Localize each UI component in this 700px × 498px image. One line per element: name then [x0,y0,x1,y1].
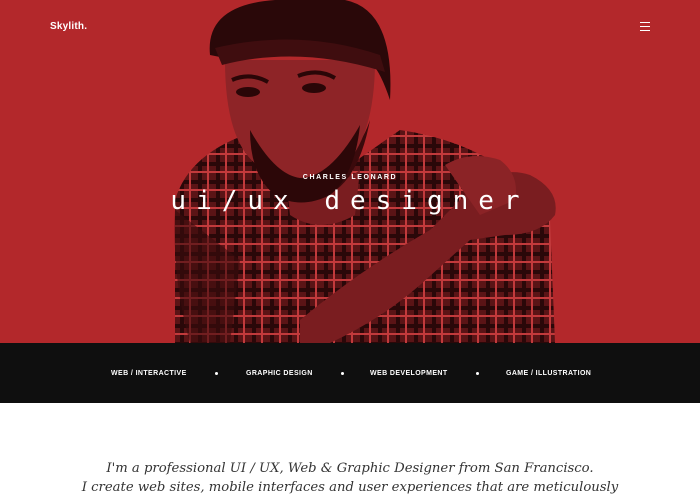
separator-dot [341,372,344,375]
separator-dot [215,372,218,375]
hero-portrait-image [174,0,556,343]
service-item-game-illustration: GAME / ILLUSTRATION [506,370,592,377]
intro-line-1: I'm a professional UI / UX, Web & Graphi… [106,461,594,476]
menu-line [640,26,650,28]
service-item-web-development: WEB DEVELOPMENT [370,370,448,377]
services-band: WEB / INTERACTIVE GRAPHIC DESIGN WEB DEV… [0,343,700,403]
hamburger-menu-icon[interactable] [640,21,650,32]
service-item-graphic-design: GRAPHIC DESIGN [246,370,313,377]
menu-line [640,22,650,24]
hero-title: ui/ux designer [170,186,530,216]
service-item-web-interactive: WEB / INTERACTIVE [111,370,187,377]
intro-text: I'm a professional UI / UX, Web & Graphi… [0,459,700,497]
intro-line-2: I create web sites, mobile interfaces an… [81,480,619,495]
separator-dot [476,372,479,375]
hero-section: Skylith. CHARLES LEONARD ui/ux designer [0,0,700,343]
menu-line [640,30,650,32]
hero-subtitle: CHARLES LEONARD [302,174,398,181]
site-logo[interactable]: Skylith. [50,21,87,32]
